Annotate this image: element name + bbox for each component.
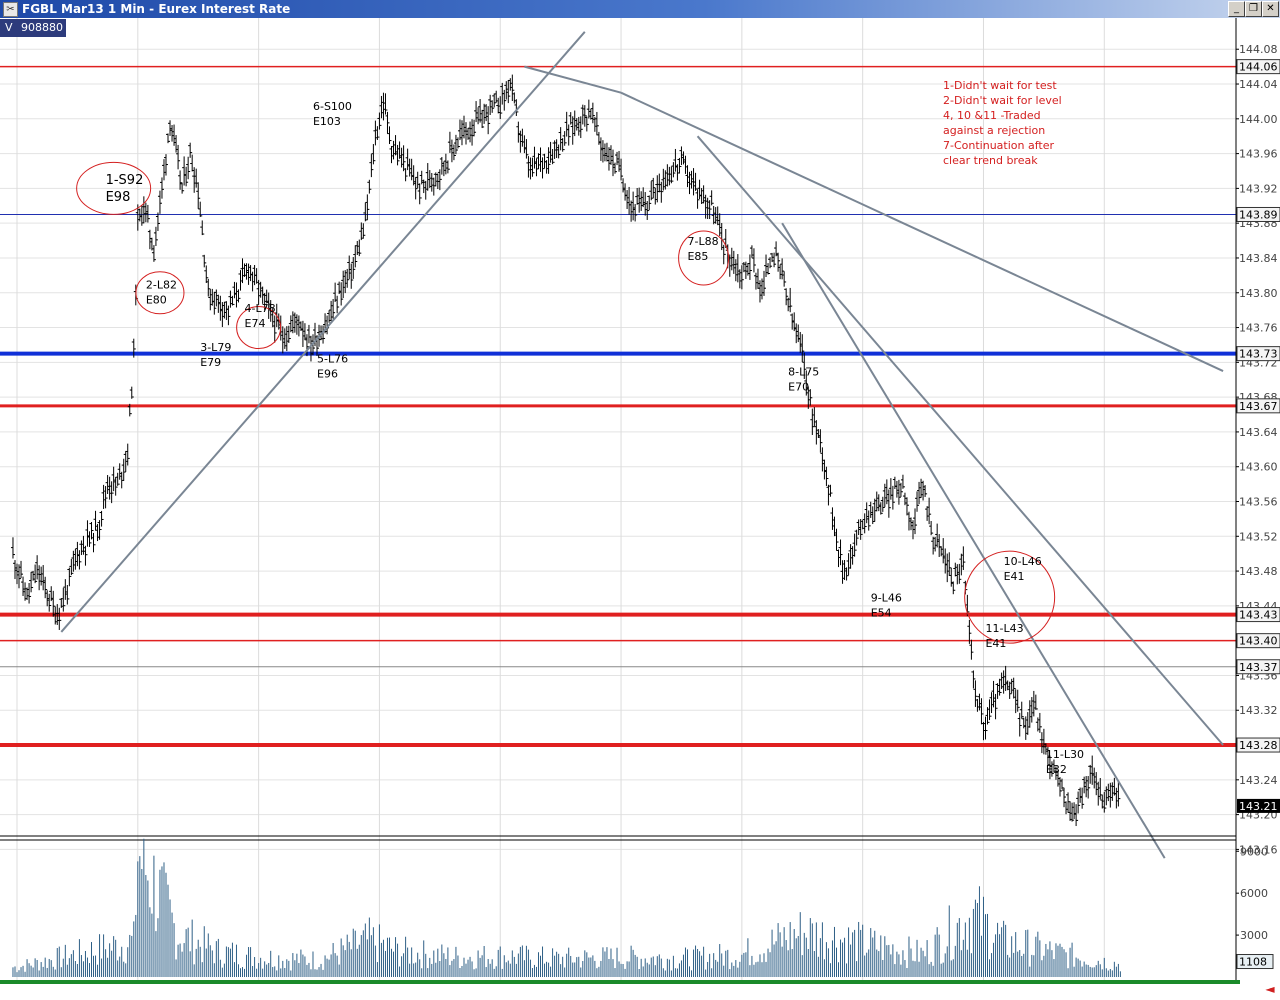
level-price-label: 143.89 — [1239, 208, 1278, 221]
note-line: clear trend break — [943, 154, 1038, 167]
price-tick-label: 143.60 — [1239, 461, 1278, 474]
trade-annotation-line: E96 — [317, 367, 338, 380]
price-tick-label: 143.24 — [1239, 774, 1278, 787]
trade-annotation-line: E74 — [245, 317, 266, 330]
minimize-button[interactable]: _ — [1228, 1, 1245, 17]
volume-label: V — [5, 21, 13, 34]
volume-value: 908880 — [21, 21, 64, 34]
price-tick-label: 143.56 — [1239, 496, 1278, 509]
window-title: FGBL Mar13 1 Min - Eurex Interest Rate — [22, 2, 291, 16]
price-tick-label: 143.84 — [1239, 252, 1278, 265]
trade-annotation-line: 11-L43 — [985, 622, 1023, 635]
volume-tick-label: 9000 — [1240, 845, 1268, 858]
price-tick-label: 144.04 — [1239, 78, 1278, 91]
trade-annotation-line: E41 — [1004, 570, 1025, 583]
trade-annotation-line: E103 — [313, 115, 341, 128]
trade-annotation-line: 9-L46 — [871, 592, 902, 605]
trade-annotation-line: 8-L75 — [788, 365, 819, 378]
volume-last-label: 1108 — [1239, 956, 1267, 969]
note-line: 1-Didn't wait for test — [943, 79, 1057, 92]
trade-annotation-line: E85 — [687, 250, 708, 263]
app-icon[interactable]: ✂ — [3, 2, 18, 17]
last-price-label: 143.21 — [1239, 800, 1278, 813]
level-price-label: 143.40 — [1239, 635, 1278, 648]
price-tick-label: 143.64 — [1239, 426, 1278, 439]
level-price-label: 143.43 — [1239, 609, 1278, 622]
trade-annotation-line: 6-S100 — [313, 100, 352, 113]
volume-tick-label: 6000 — [1240, 887, 1268, 900]
price-tick-label: 143.48 — [1239, 565, 1278, 578]
trade-annotation-line: 2-L82 — [146, 278, 177, 291]
level-price-label: 144.06 — [1239, 61, 1278, 74]
price-tick-label: 143.76 — [1239, 322, 1278, 335]
trade-annotation-line: E41 — [985, 637, 1006, 650]
title-bar: ✂ FGBL Mar13 1 Min - Eurex Interest Rate… — [0, 0, 1280, 18]
trade-annotation-line: 1-S92 — [106, 173, 144, 188]
level-price-label: 143.73 — [1239, 348, 1278, 361]
volume-tick-label: 3000 — [1240, 929, 1268, 942]
price-tick-label: 143.80 — [1239, 287, 1278, 300]
volume-readout: V 908880 — [0, 19, 66, 37]
trade-annotation-line: E80 — [146, 293, 167, 306]
price-tick-label: 143.32 — [1239, 704, 1278, 717]
close-button[interactable]: ✕ — [1262, 1, 1279, 17]
price-tick-label: 143.52 — [1239, 530, 1278, 543]
price-tick-label: 144.00 — [1239, 113, 1278, 126]
note-line: 2-Didn't wait for level — [943, 94, 1062, 107]
restore-button[interactable]: ❐ — [1245, 1, 1262, 17]
trade-annotation-line: 4-L78 — [245, 302, 276, 315]
price-tick-label: 143.96 — [1239, 148, 1278, 161]
note-line: against a rejection — [943, 124, 1045, 137]
trade-annotation-line: E98 — [106, 190, 131, 205]
trade-annotation-line: 3-L79 — [200, 341, 231, 354]
trade-annotation-line: 11-L30 — [1046, 748, 1084, 761]
trade-annotation-line: 5-L76 — [317, 352, 348, 365]
note-line: 4, 10 &11 -Traded — [943, 109, 1041, 122]
trade-annotation-line: 7-L88 — [687, 235, 718, 248]
price-chart[interactable]: 1-S92 E98 2-L82 E80 3-L79 E79 4-L78 E74 5-L76 E96… — [0, 18, 1280, 980]
scroll-strip[interactable] — [0, 980, 1240, 984]
trade-annotation-line: E54 — [871, 607, 892, 620]
trade-annotation-line: E79 — [200, 356, 221, 369]
trade-annotation-line: 10-L46 — [1004, 555, 1042, 568]
price-tick-label: 144.08 — [1239, 43, 1278, 56]
level-price-label: 143.67 — [1239, 400, 1278, 413]
price-tick-label: 143.92 — [1239, 182, 1278, 195]
level-price-label: 143.37 — [1239, 661, 1278, 674]
trade-annotation-line: E32 — [1046, 763, 1067, 776]
price-axis: 144.08144.04144.00143.96143.92143.88143.… — [1235, 18, 1280, 980]
note-line: 7-Continuation after — [943, 139, 1054, 152]
level-price-label: 143.28 — [1239, 739, 1278, 752]
scroll-left-arrow-icon[interactable]: ◄ — [1262, 982, 1278, 996]
trade-annotation-line: E70 — [788, 380, 809, 393]
